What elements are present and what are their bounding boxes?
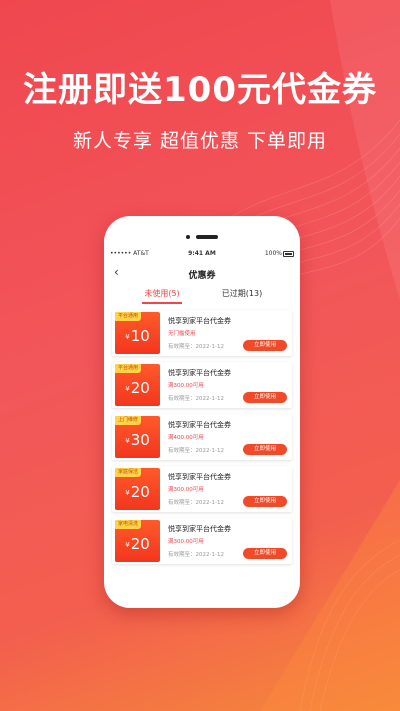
coupon-condition: 满300.00可用 xyxy=(168,539,204,545)
use-now-button[interactable]: 立即使用 xyxy=(243,444,287,455)
coupon-value-box: 家电清洗 ¥20 xyxy=(115,520,160,562)
coupon-value-box: 上门维修 ¥30 xyxy=(115,416,160,458)
active-tab-indicator xyxy=(142,302,182,304)
promo-subtitle: 新人专享 超值优惠 下单即用 xyxy=(72,130,328,152)
coupon-tag: 平台通用 xyxy=(115,312,142,321)
coupon-title: 悦享到家平台代金券 xyxy=(168,473,231,481)
coupon-condition: 无门槛使用 xyxy=(168,331,196,337)
coupon-amount: ¥20 xyxy=(125,379,150,397)
coupon-list: 平台通用 ¥10 悦享到家平台代金券 无门槛使用 有效期至：2022-1-12 … xyxy=(112,310,292,570)
nav-bar: ‹ 优惠券 xyxy=(104,265,300,282)
coupon-value-box: 家庭保洁 ¥20 xyxy=(115,468,160,510)
coupon-amount: ¥30 xyxy=(125,431,150,449)
coupon-condition: 满400.00可用 xyxy=(168,435,204,441)
coupon-title: 悦享到家平台代金券 xyxy=(168,525,231,533)
coupon-title: 悦享到家平台代金券 xyxy=(168,421,231,429)
coupon-card: 家庭保洁 ¥20 悦享到家平台代金券 满300.00可用 有效期至：2022-1… xyxy=(112,466,292,512)
coupon-condition: 满300.00可用 xyxy=(168,383,204,389)
coupon-tag: 家电清洗 xyxy=(115,520,142,529)
coupon-amount: ¥10 xyxy=(125,327,150,345)
coupon-tag: 平台通用 xyxy=(115,364,142,373)
battery-status: 100% xyxy=(265,250,294,257)
phone-mockup: •••••• AT&T 9:41 AM 100% ‹ 优惠券 未使用(5) 已过… xyxy=(104,216,300,608)
coupon-card: 家电清洗 ¥20 悦享到家平台代金券 满300.00可用 有效期至：2022-1… xyxy=(112,518,292,564)
speaker-grille xyxy=(196,235,218,239)
coupon-card: 平台通用 ¥10 悦享到家平台代金券 无门槛使用 有效期至：2022-1-12 … xyxy=(112,310,292,356)
coupon-card: 上门维修 ¥30 悦享到家平台代金券 满400.00可用 有效期至：2022-1… xyxy=(112,414,292,460)
use-now-button[interactable]: 立即使用 xyxy=(243,340,287,351)
coupon-value-box: 平台通用 ¥10 xyxy=(115,312,160,354)
status-bar: •••••• AT&T 9:41 AM 100% xyxy=(110,250,294,260)
coupon-expiry: 有效期至：2022-1-12 xyxy=(168,396,224,402)
coupon-amount: ¥20 xyxy=(125,483,150,501)
camera-dot xyxy=(186,235,190,239)
tab-expired[interactable]: 已过期(13) xyxy=(202,288,282,299)
coupon-tag: 家庭保洁 xyxy=(115,468,142,477)
coupon-tabs: 未使用(5) 已过期(13) xyxy=(104,288,300,306)
coupon-expiry: 有效期至：2022-1-12 xyxy=(168,552,224,558)
use-now-button[interactable]: 立即使用 xyxy=(243,392,287,403)
coupon-value-box: 平台通用 ¥20 xyxy=(115,364,160,406)
coupon-title: 悦享到家平台代金券 xyxy=(168,369,231,377)
coupon-tag: 上门维修 xyxy=(115,416,142,425)
page-title: 优惠券 xyxy=(188,271,216,281)
tab-unused[interactable]: 未使用(5) xyxy=(122,288,202,299)
battery-percent: 100% xyxy=(264,250,282,257)
coupon-title: 悦享到家平台代金券 xyxy=(168,317,231,325)
promo-title: 注册即送100元代金券 xyxy=(23,70,377,110)
coupon-expiry: 有效期至：2022-1-12 xyxy=(168,448,224,454)
use-now-button[interactable]: 立即使用 xyxy=(243,496,287,507)
battery-icon xyxy=(283,250,294,257)
coupon-condition: 满300.00可用 xyxy=(168,487,204,493)
coupon-expiry: 有效期至：2022-1-12 xyxy=(168,344,224,350)
coupon-expiry: 有效期至：2022-1-12 xyxy=(168,500,224,506)
coupon-card: 平台通用 ¥20 悦享到家平台代金券 满300.00可用 有效期至：2022-1… xyxy=(112,362,292,408)
coupon-amount: ¥20 xyxy=(125,535,150,553)
use-now-button[interactable]: 立即使用 xyxy=(243,548,287,559)
